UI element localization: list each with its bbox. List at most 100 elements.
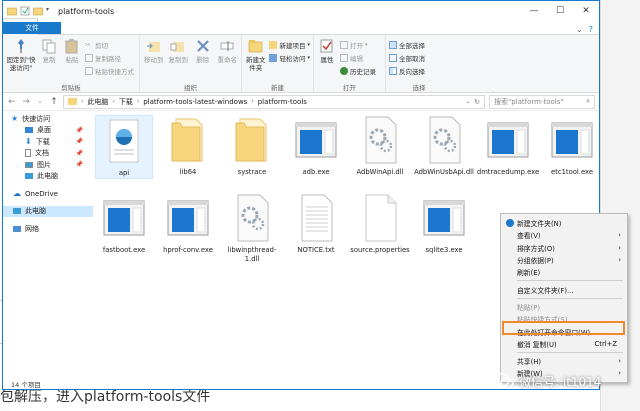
- nav-item-pictures[interactable]: 图片 📌: [3, 159, 93, 171]
- group-label-new: 新建: [271, 84, 284, 92]
- file-item[interactable]: libwinpthread-1.dll: [223, 193, 281, 263]
- item-count: 14 个项目: [11, 381, 41, 389]
- breadcrumb-item[interactable]: platform-tools: [258, 98, 307, 106]
- file-item[interactable]: api: [95, 115, 153, 179]
- file-item[interactable]: fastboot.exe: [95, 193, 153, 255]
- refresh-icon[interactable]: ↻: [474, 98, 480, 106]
- ribbon-group-select: 全部选择 全部取消 反向选择 选择: [386, 35, 452, 93]
- nav-quick-access[interactable]: ★ 快速访问: [3, 113, 93, 125]
- file-item[interactable]: hprof-conv.exe: [159, 193, 217, 255]
- breadcrumb-separator: ›: [136, 98, 140, 105]
- window-controls: — ☐ ✕: [521, 1, 599, 21]
- download-icon: ⬇: [25, 137, 32, 147]
- menu-item-label: 排序方式(O): [517, 244, 555, 253]
- file-item[interactable]: adb.exe: [287, 115, 345, 177]
- properties-icon[interactable]: [20, 6, 30, 16]
- delete-x-icon: [196, 40, 209, 52]
- file-item[interactable]: sqlite3.exe: [415, 193, 473, 255]
- open-icon: [340, 41, 348, 49]
- copy-path-button[interactable]: 复制路径: [85, 53, 134, 63]
- file-item[interactable]: AdbWinApi.dll: [351, 115, 409, 177]
- context-menu-item[interactable]: 新建文件夹(N): [501, 217, 627, 229]
- nav-item-documents[interactable]: 文档 📌: [3, 148, 93, 160]
- nav-item-this-pc-quick[interactable]: 此电脑: [3, 171, 93, 183]
- new-item-button[interactable]: 新建项目 ▾: [269, 40, 310, 50]
- file-name: fastboot.exe: [102, 246, 146, 254]
- nav-item-downloads[interactable]: ⬇ 下载 📌: [3, 136, 93, 148]
- select-all-label: 全部选择: [399, 42, 425, 50]
- nav-this-pc[interactable]: 此电脑: [3, 205, 93, 217]
- breadcrumb-item[interactable]: 下载: [119, 97, 133, 107]
- context-menu-item[interactable]: 分组依据(P) ›: [501, 254, 627, 266]
- context-menu-item[interactable]: 排序方式(O) ›: [501, 242, 627, 254]
- select-all-button[interactable]: 全部选择: [389, 40, 425, 50]
- star-icon: ★: [11, 114, 19, 124]
- select-all-icon: [389, 41, 397, 49]
- pin-icon: 📌: [75, 161, 83, 169]
- pin-icon: 📌: [75, 138, 83, 146]
- nav-label: 此电脑: [37, 172, 58, 181]
- open-button[interactable]: 打开 ▾: [340, 40, 376, 50]
- context-menu-item[interactable]: 共享(H) ›: [501, 355, 627, 367]
- menu-item-label: 自定义文件夹(F)...: [517, 286, 574, 295]
- edit-button[interactable]: 编辑: [340, 53, 376, 63]
- paste-shortcut-button[interactable]: 粘贴快捷方式: [85, 66, 134, 76]
- easy-access-icon: [269, 54, 278, 62]
- breadcrumb[interactable]: › 此电脑 › 下载 › platform-tools-latest-windo…: [63, 94, 485, 109]
- new-folder-icon: [506, 219, 514, 227]
- file-item[interactable]: source.properties: [350, 193, 410, 255]
- invert-selection-button[interactable]: 反向选择: [389, 66, 425, 76]
- back-arrow-icon[interactable]: ←: [7, 97, 17, 107]
- address-dropdown-icon[interactable]: ⌄: [465, 98, 470, 105]
- tab-file[interactable]: 文件: [3, 21, 61, 34]
- address-row: ← → ⌄ ↑ › 此电脑 › 下载 › platform-tools-late…: [3, 93, 599, 111]
- breadcrumb-item[interactable]: platform-tools-latest-windows: [143, 98, 247, 106]
- file-name: systrace: [237, 168, 267, 176]
- copy-to-icon: [170, 42, 185, 52]
- nav-network[interactable]: 网络: [3, 223, 93, 235]
- paste-shortcut-label: 粘贴快捷方式: [95, 68, 134, 76]
- forward-arrow-icon[interactable]: →: [21, 97, 31, 107]
- help-icon[interactable]: ?: [589, 25, 593, 34]
- file-item[interactable]: AdbWinUsbApi.dll: [414, 115, 474, 177]
- chevron-right-icon: ›: [618, 357, 621, 366]
- search-input[interactable]: 搜索"platform-tools" ⌕: [489, 94, 595, 109]
- easy-access-button[interactable]: 轻松访问 ▾: [269, 53, 310, 63]
- group-label-select: 选择: [412, 84, 426, 92]
- minimize-button[interactable]: —: [521, 1, 547, 21]
- chevron-down-icon[interactable]: ⌄: [576, 25, 583, 34]
- close-button[interactable]: ✕: [573, 1, 599, 21]
- pin-icon: [18, 39, 24, 53]
- network-icon: [13, 225, 21, 232]
- context-menu-item[interactable]: 刷新(E): [501, 266, 627, 278]
- pin-icon: 📌: [75, 126, 83, 134]
- nav-onedrive[interactable]: ☁ OneDrive: [3, 188, 93, 200]
- maximize-button[interactable]: ☐: [547, 1, 573, 21]
- breadcrumb-item[interactable]: 此电脑: [87, 97, 108, 107]
- cut-button[interactable]: ✂ 剪切: [85, 40, 134, 50]
- new-folder-icon[interactable]: [33, 6, 43, 16]
- quick-access-toolbar: ▾: [7, 6, 52, 16]
- menu-separator: [517, 351, 623, 353]
- file-name: lib64: [179, 168, 197, 176]
- context-menu-item[interactable]: 撤消 复制(U) Ctrl+Z: [501, 338, 627, 350]
- history-button[interactable]: 历史记录: [340, 66, 376, 76]
- watermark-text: 微信号: it1014: [519, 374, 602, 389]
- up-arrow-icon[interactable]: ↑: [49, 97, 59, 107]
- file-item[interactable]: systrace: [223, 115, 281, 177]
- breadcrumb-separator: ›: [81, 98, 84, 105]
- pin-label: 固定到"快速访问": [6, 56, 36, 72]
- file-item[interactable]: etc1tool.exe: [543, 115, 601, 177]
- context-menu-item[interactable]: 自定义文件夹(F)...: [501, 283, 627, 295]
- file-item[interactable]: dmtracedump.exe: [477, 115, 539, 177]
- context-menu-item[interactable]: 粘贴(P): [501, 301, 627, 313]
- file-item[interactable]: NOTICE.txt: [287, 193, 345, 255]
- menu-item-label: 粘贴(P): [517, 303, 540, 312]
- nav-item-desktop[interactable]: 桌面 📌: [3, 125, 93, 137]
- context-menu-item[interactable]: 查看(V) ›: [501, 229, 627, 241]
- recent-dropdown-icon[interactable]: ⌄: [35, 98, 45, 105]
- qat-dropdown-icon[interactable]: ▾: [46, 6, 52, 16]
- select-none-button[interactable]: 全部取消: [389, 53, 425, 63]
- file-name: adb.exe: [302, 168, 330, 176]
- file-item[interactable]: lib64: [159, 115, 217, 177]
